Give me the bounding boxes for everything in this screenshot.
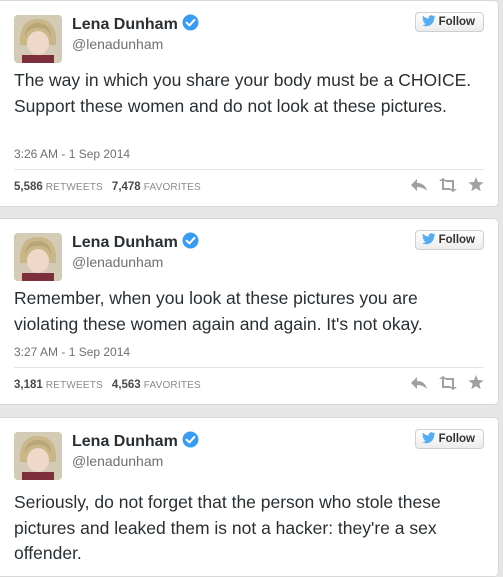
follow-button[interactable]: Follow bbox=[414, 230, 484, 250]
handle[interactable]: @lenadunham bbox=[72, 453, 163, 469]
twitter-bird-icon bbox=[421, 14, 436, 30]
display-name[interactable]: Lena Dunham bbox=[72, 14, 199, 36]
tweet-actions bbox=[410, 375, 484, 390]
divider bbox=[14, 367, 484, 368]
retweet-count[interactable]: 5,586 bbox=[14, 181, 43, 193]
twitter-bird-icon bbox=[421, 232, 436, 248]
display-name[interactable]: Lena Dunham bbox=[72, 431, 199, 453]
tweet-text: Remember, when you look at these picture… bbox=[14, 288, 423, 334]
avatar[interactable] bbox=[14, 432, 62, 480]
display-name-text[interactable]: Lena Dunham bbox=[72, 234, 178, 251]
follow-label: Follow bbox=[438, 234, 475, 246]
retweet-icon[interactable] bbox=[438, 375, 458, 390]
avatar[interactable] bbox=[14, 233, 62, 281]
tweet-text: Seriously, do not forget that the person… bbox=[14, 492, 441, 563]
follow-button[interactable]: Follow bbox=[414, 12, 484, 32]
star-icon[interactable] bbox=[468, 375, 484, 390]
tweet-text: The way in which you share your body mus… bbox=[14, 70, 472, 116]
favorite-count[interactable]: 7,478 bbox=[112, 181, 141, 193]
tweet-stats: 5,586 RETWEETS 7,478 FAVORITES bbox=[14, 181, 201, 193]
follow-button[interactable]: Follow bbox=[414, 429, 484, 449]
favorite-count[interactable]: 4,563 bbox=[112, 379, 141, 391]
retweet-count[interactable]: 3,181 bbox=[14, 379, 43, 391]
favorites-label: FAVORITES bbox=[143, 182, 201, 193]
handle[interactable]: @lenadunham bbox=[72, 36, 163, 52]
timestamp[interactable]: 3:26 AM - 1 Sep 2014 bbox=[14, 147, 130, 161]
star-icon[interactable] bbox=[468, 177, 484, 192]
retweets-label: RETWEETS bbox=[45, 380, 103, 391]
avatar[interactable] bbox=[14, 15, 62, 63]
timestamp[interactable]: 3:27 AM - 1 Sep 2014 bbox=[14, 345, 130, 359]
verified-badge-icon bbox=[182, 14, 199, 36]
retweet-icon[interactable] bbox=[438, 177, 458, 192]
divider bbox=[14, 169, 484, 170]
tweet-card: Lena Dunham @lenadunham Follow Seriously… bbox=[0, 417, 499, 577]
display-name[interactable]: Lena Dunham bbox=[72, 232, 199, 254]
reply-icon[interactable] bbox=[410, 178, 428, 192]
verified-badge-icon bbox=[182, 431, 199, 453]
tweet-card: Lena Dunham @lenadunham Follow Remember,… bbox=[0, 218, 499, 405]
twitter-bird-icon bbox=[421, 431, 436, 447]
display-name-text[interactable]: Lena Dunham bbox=[72, 433, 178, 450]
retweets-label: RETWEETS bbox=[45, 182, 103, 193]
tweet-actions bbox=[410, 177, 484, 192]
follow-label: Follow bbox=[438, 433, 475, 445]
follow-label: Follow bbox=[438, 16, 475, 28]
verified-badge-icon bbox=[182, 232, 199, 254]
favorites-label: FAVORITES bbox=[143, 380, 201, 391]
reply-icon[interactable] bbox=[410, 376, 428, 390]
tweet-card: Lena Dunham @lenadunham Follow The way i… bbox=[0, 0, 499, 207]
display-name-text[interactable]: Lena Dunham bbox=[72, 16, 178, 33]
tweet-stats: 3,181 RETWEETS 4,563 FAVORITES bbox=[14, 379, 201, 391]
handle[interactable]: @lenadunham bbox=[72, 254, 163, 270]
